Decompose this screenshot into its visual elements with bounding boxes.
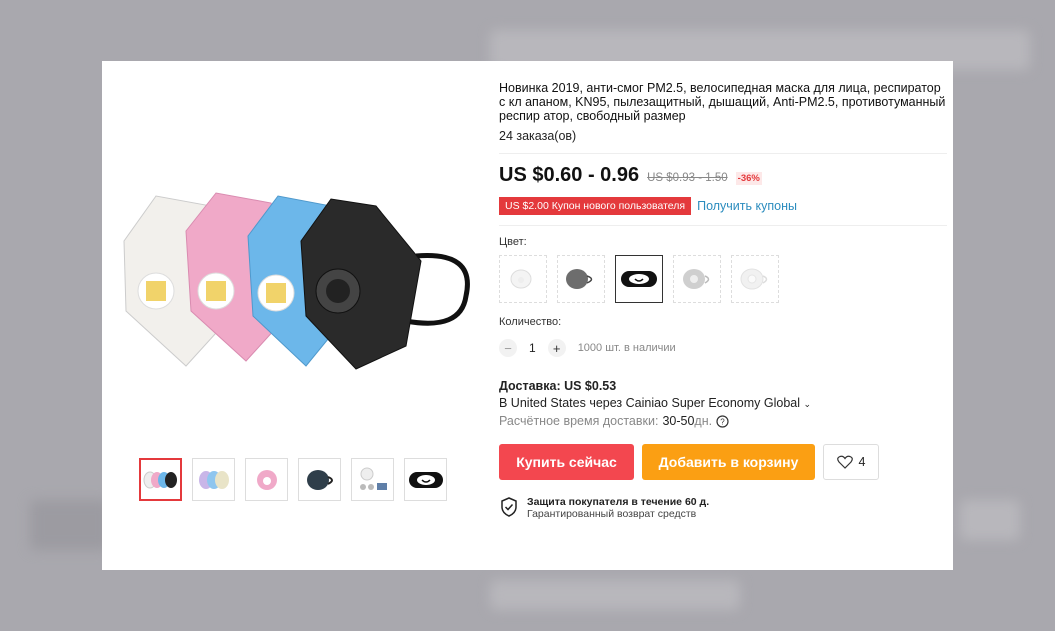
product-gallery — [102, 61, 482, 570]
help-icon[interactable]: ? — [716, 414, 729, 428]
product-info: Новинка 2019, анти-смог PM2.5, велосипед… — [499, 81, 947, 520]
shipping-cost: Доставка: US $0.53 — [499, 379, 617, 393]
order-count: 24 заказа(ов) — [499, 129, 577, 143]
price-row: US $0.60 - 0.96 US $0.93 - 1.50 -36% — [499, 164, 947, 187]
quantity-value[interactable]: 1 — [529, 341, 536, 355]
shipping-method-label: В United States через Cainiao Super Econ… — [499, 396, 801, 410]
buyer-protection: Защита покупателя в течение 60 д. Гарант… — [499, 496, 947, 520]
protection-subtitle: Гарантированный возврат средств — [527, 508, 697, 520]
color-option-black[interactable] — [615, 255, 663, 303]
color-option-gray[interactable] — [557, 255, 605, 303]
thumbnail-1[interactable] — [139, 458, 182, 501]
wishlist-count: 4 — [858, 455, 866, 469]
divider — [499, 225, 947, 226]
thumbnail-color-masks-icon — [198, 470, 229, 489]
thumbnail-dark-mask-icon — [306, 469, 333, 490]
shield-check-icon — [501, 497, 517, 517]
current-price: US $0.60 - 0.96 — [499, 164, 640, 186]
thumbnail-pink-mask-icon — [256, 469, 277, 490]
white-mask-icon — [510, 269, 532, 289]
stock-count: 1000 шт. в наличии — [577, 342, 676, 354]
main-product-image — [123, 192, 470, 370]
original-price: US $0.93 - 1.50 — [647, 172, 728, 184]
shipping-method[interactable]: В United States через Cainiao Super Econ… — [499, 396, 947, 410]
product-quickview-modal: Новинка 2019, анти-смог PM2.5, велосипед… — [102, 61, 953, 570]
quantity-label: Количество: — [499, 316, 562, 328]
quantity-stepper: − 1 + 1000 шт. в наличии — [499, 339, 947, 357]
color-label: Цвет: — [499, 236, 527, 248]
color-option-white[interactable] — [499, 255, 547, 303]
black-face-mask-icon — [621, 271, 657, 287]
thumbnail-3[interactable] — [245, 458, 288, 501]
product-title: Новинка 2019, анти-смог PM2.5, велосипед… — [499, 81, 946, 123]
thumbnail-strip — [139, 458, 447, 501]
eta-unit: дн. — [694, 414, 713, 428]
color-option-pale[interactable] — [731, 255, 779, 303]
new-user-coupon: US $2.00 Купон нового пользователя — [499, 197, 692, 215]
thumbnail-masks-icon — [143, 471, 177, 488]
heart-icon — [836, 455, 853, 469]
coupon-row: US $2.00 Купон нового пользователя Получ… — [499, 197, 947, 215]
thumbnail-5[interactable] — [351, 458, 394, 501]
eta-value: 30-50 — [662, 414, 695, 428]
gray-mask-icon — [566, 269, 593, 289]
action-buttons: Купить сейчас Добавить в корзину 4 — [499, 444, 947, 480]
discount-badge: -36% — [735, 172, 762, 185]
wishlist-button[interactable]: 4 — [823, 444, 879, 480]
thumbnail-face-mask-icon — [408, 471, 443, 488]
light-gray-mask-icon — [683, 269, 710, 289]
thumbnail-6[interactable] — [404, 458, 447, 501]
quantity-increase-button[interactable]: + — [547, 339, 566, 357]
add-to-cart-button[interactable]: Добавить в корзину — [642, 444, 815, 480]
thumbnail-accessories-icon — [359, 467, 387, 490]
quantity-decrease-button[interactable]: − — [499, 339, 517, 357]
chevron-down-icon: ⌄ — [803, 399, 812, 409]
color-option-light-gray[interactable] — [673, 255, 721, 303]
get-coupons-link[interactable]: Получить купоны — [697, 199, 797, 213]
thumbnail-4[interactable] — [298, 458, 341, 501]
divider — [499, 153, 947, 154]
eta-label: Расчётное время доставки: — [499, 414, 659, 428]
pale-mask-icon — [740, 268, 768, 290]
buy-now-button[interactable]: Купить сейчас — [499, 444, 634, 480]
svg-text:?: ? — [720, 417, 725, 426]
color-options — [499, 255, 947, 303]
delivery-estimate: Расчётное время доставки: 30-50дн. ? — [499, 414, 947, 428]
protection-title: Защита покупателя в течение 60 д. — [527, 496, 710, 508]
thumbnail-2[interactable] — [192, 458, 235, 501]
